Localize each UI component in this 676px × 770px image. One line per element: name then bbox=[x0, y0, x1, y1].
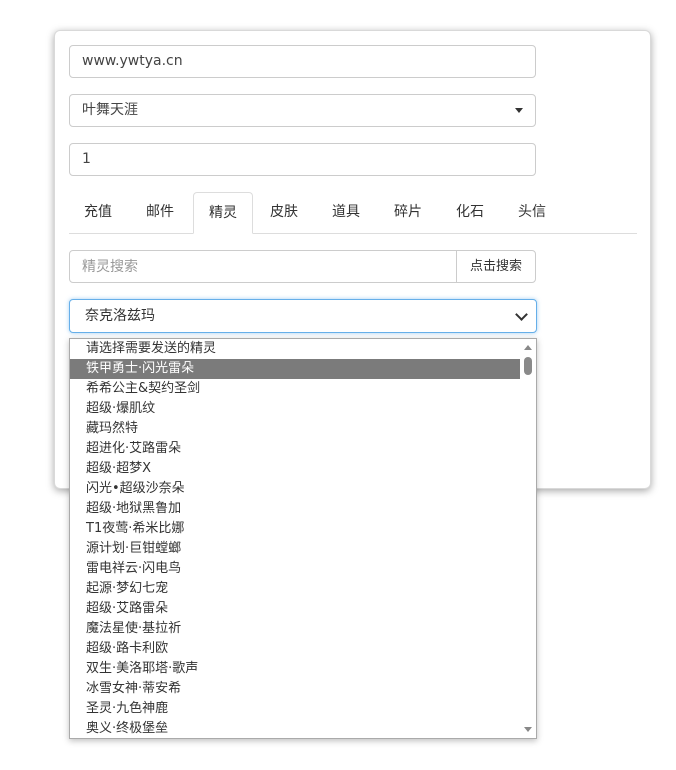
dropdown-option[interactable]: 超级·艾路雷朵 bbox=[70, 599, 520, 619]
sprite-dropdown-list: 请选择需要发送的精灵 铁甲勇士·闪光雷朵 希希公主&契约圣剑 超级·爆肌纹 藏玛… bbox=[69, 338, 537, 739]
tab-headletter[interactable]: 头信 bbox=[503, 192, 561, 234]
dropdown-option[interactable]: 超级·路卡利欧 bbox=[70, 639, 520, 659]
tab-item[interactable]: 道具 bbox=[317, 192, 375, 234]
scroll-up-icon[interactable] bbox=[524, 345, 532, 350]
quantity-field-value: 1 bbox=[82, 151, 91, 167]
chevron-down-icon bbox=[515, 308, 528, 321]
scroll-down-icon[interactable] bbox=[524, 727, 532, 732]
dropdown-option[interactable]: 请选择需要发送的精灵 bbox=[70, 339, 520, 359]
dropdown-scrollbar[interactable] bbox=[520, 339, 536, 738]
dropdown-option-highlighted[interactable]: 铁甲勇士·闪光雷朵 bbox=[70, 359, 520, 379]
tab-bar: 充值 邮件 精灵 皮肤 道具 碎片 化石 头信 bbox=[69, 192, 637, 234]
quantity-field[interactable]: 1 bbox=[69, 143, 536, 176]
sprite-select-value: 奈克洛兹玛 bbox=[85, 308, 155, 324]
tab-skin[interactable]: 皮肤 bbox=[255, 192, 313, 234]
server-field[interactable]: www.ywtya.cn bbox=[69, 45, 536, 78]
scrollbar-thumb[interactable] bbox=[524, 357, 532, 375]
dropdown-option[interactable]: 圣灵·九色神鹿 bbox=[70, 699, 520, 719]
dropdown-option[interactable]: 超级·超梦X bbox=[70, 459, 520, 479]
sprite-search-input[interactable] bbox=[69, 250, 457, 283]
dropdown-option[interactable]: 藏玛然特 bbox=[70, 419, 520, 439]
dropdown-option[interactable]: 起源·梦幻七宠 bbox=[70, 579, 520, 599]
dropdown-option[interactable]: 冰雪女神·蒂安希 bbox=[70, 679, 520, 699]
dropdown-option[interactable]: 魔法星使·基拉祈 bbox=[70, 619, 520, 639]
dropdown-option[interactable]: 超级·爆肌纹 bbox=[70, 399, 520, 419]
tab-recharge[interactable]: 充值 bbox=[69, 192, 127, 234]
dropdown-option[interactable]: 双生·美洛耶塔·歌声 bbox=[70, 659, 520, 679]
tab-fossil[interactable]: 化石 bbox=[441, 192, 499, 234]
dropdown-option[interactable]: 超进化·艾路雷朵 bbox=[70, 439, 520, 459]
tab-mail[interactable]: 邮件 bbox=[131, 192, 189, 234]
tab-fragment[interactable]: 碎片 bbox=[379, 192, 437, 234]
dropdown-option[interactable]: 希希公主&契约圣剑 bbox=[70, 379, 520, 399]
dropdown-option[interactable]: 超级·地狱黑鲁加 bbox=[70, 499, 520, 519]
dropdown-option[interactable]: 雷电祥云·闪电鸟 bbox=[70, 559, 520, 579]
sprite-select[interactable]: 奈克洛兹玛 bbox=[69, 299, 537, 333]
server-field-value: www.ywtya.cn bbox=[82, 53, 183, 69]
search-button[interactable]: 点击搜索 bbox=[456, 250, 536, 283]
caret-down-icon bbox=[515, 108, 523, 113]
dropdown-option[interactable]: T1夜莺·希米比娜 bbox=[70, 519, 520, 539]
dropdown-option[interactable]: 闪光•超级沙奈朵 bbox=[70, 479, 520, 499]
zone-select[interactable]: 叶舞天涯 bbox=[69, 94, 536, 127]
dropdown-option[interactable]: 源计划·巨钳螳螂 bbox=[70, 539, 520, 559]
zone-select-value: 叶舞天涯 bbox=[82, 102, 138, 118]
dropdown-option[interactable]: 奥义·终极堡垒 bbox=[70, 719, 520, 738]
tab-sprite[interactable]: 精灵 bbox=[193, 192, 253, 234]
